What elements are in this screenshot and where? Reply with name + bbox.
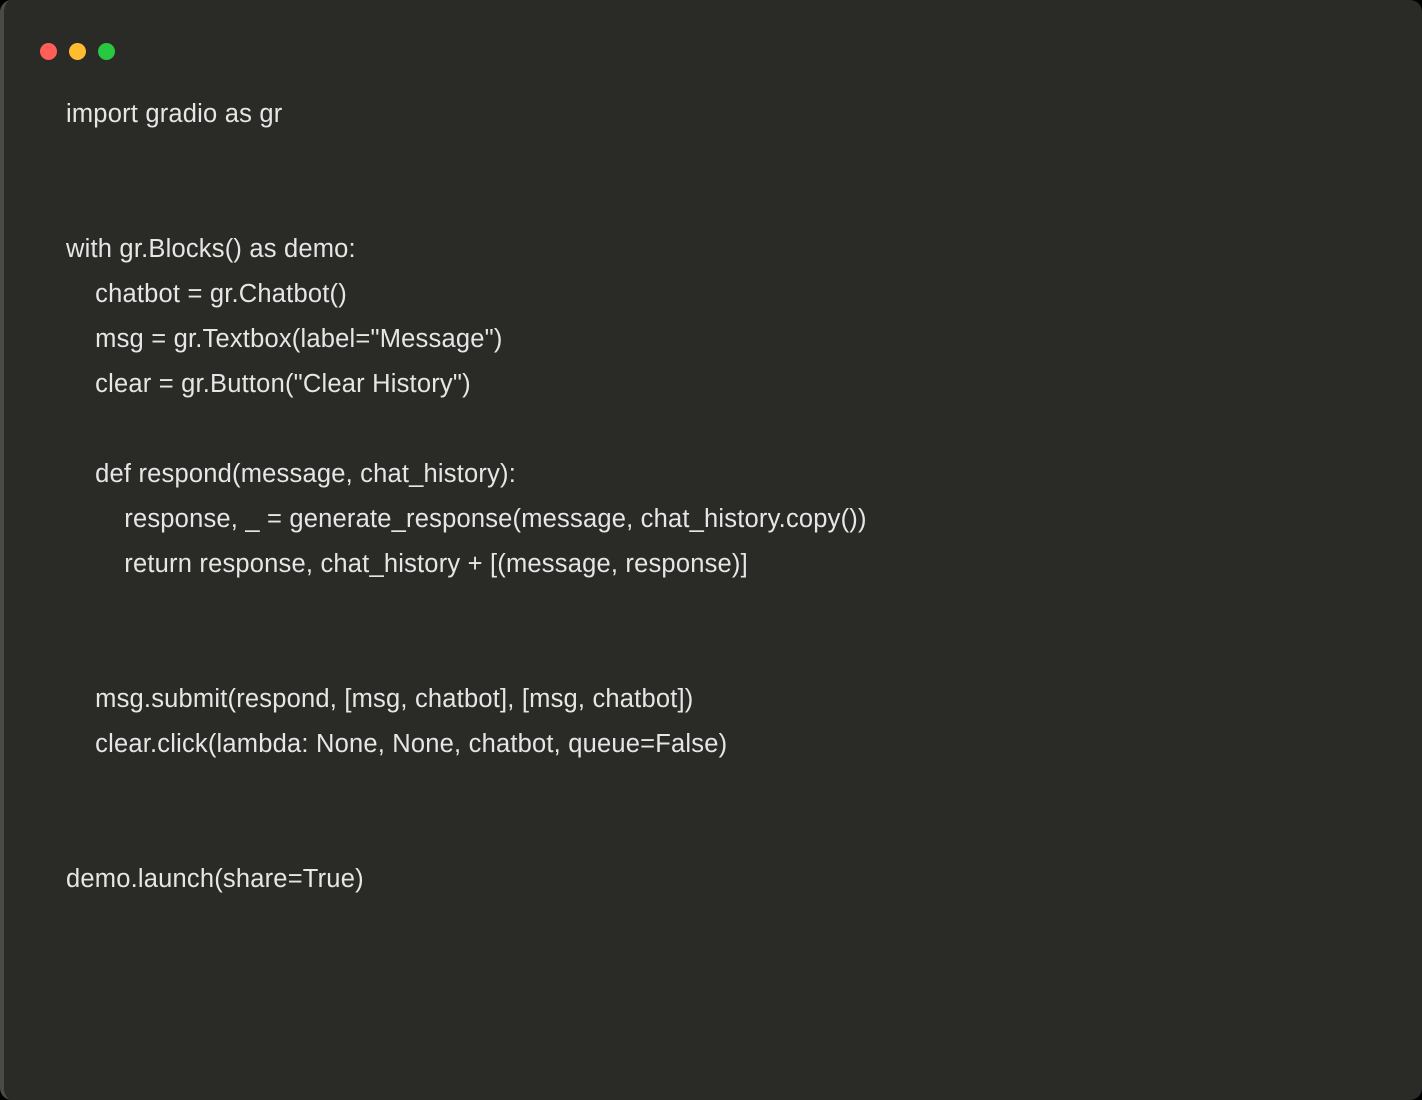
titlebar <box>4 0 1422 70</box>
maximize-button[interactable] <box>98 43 115 60</box>
code-content[interactable]: import gradio as gr with gr.Blocks() as … <box>4 70 1422 902</box>
close-button[interactable] <box>40 43 57 60</box>
minimize-button[interactable] <box>69 43 86 60</box>
code-editor-window: import gradio as gr with gr.Blocks() as … <box>0 0 1422 1100</box>
